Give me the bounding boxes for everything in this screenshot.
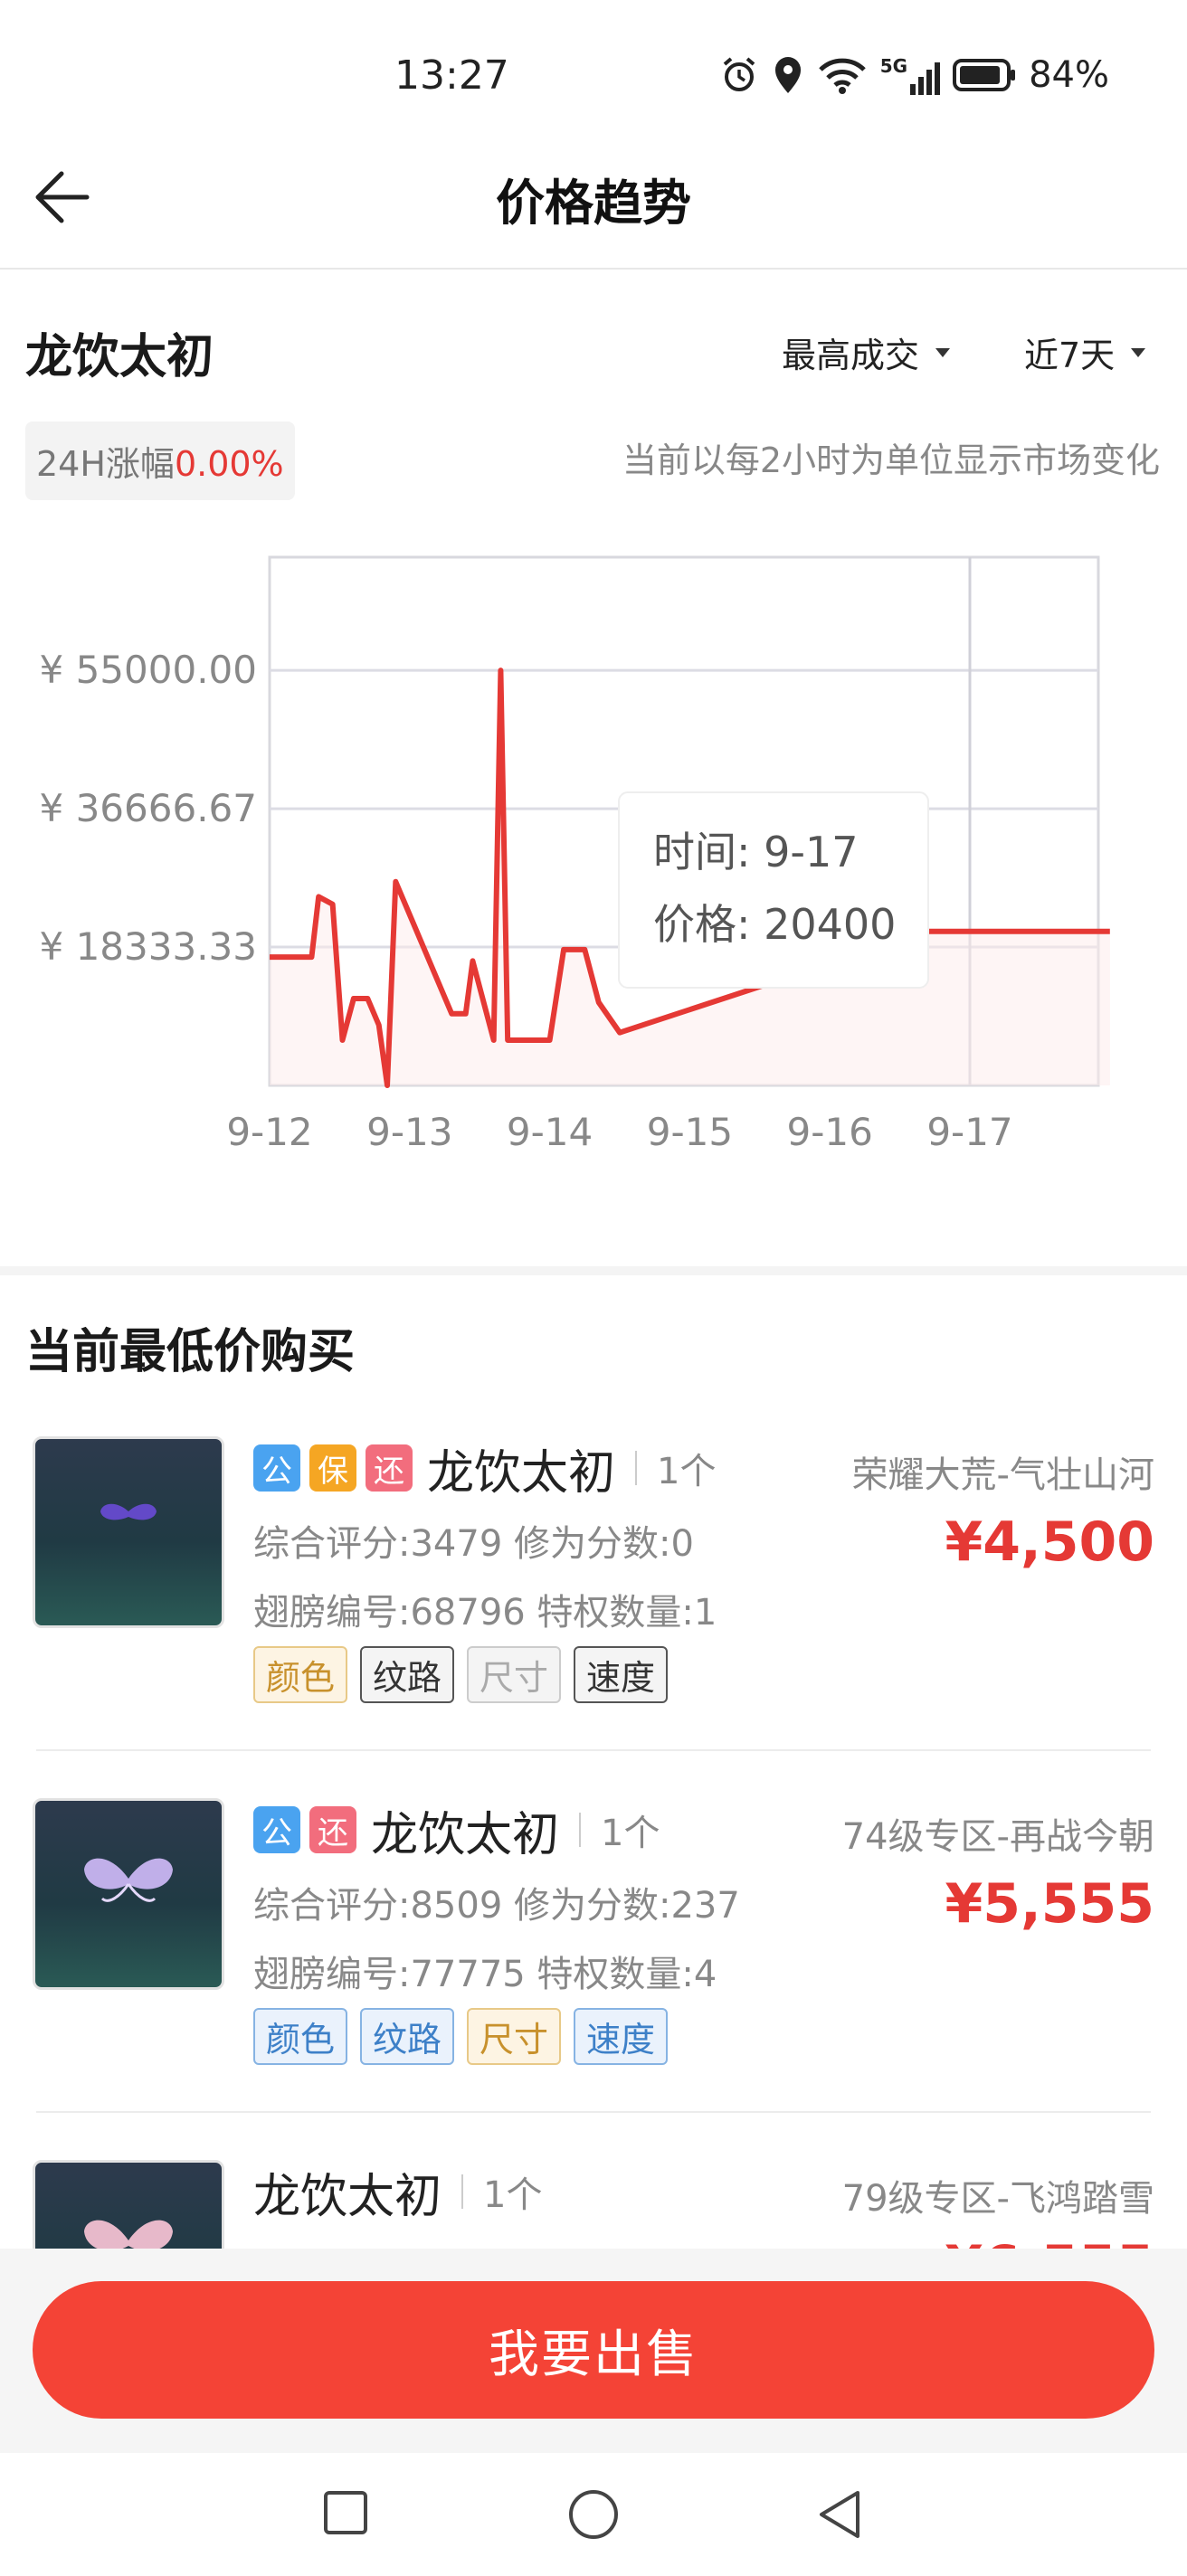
listing-title-row: 龙饮太初 1个 [253, 2160, 543, 2224]
status-time: 13:27 [394, 52, 509, 99]
y-tick-label: ¥ 55000.00 [40, 648, 257, 692]
listing-price: ¥4,500 [945, 1511, 1154, 1574]
back-nav-icon[interactable] [814, 2487, 865, 2542]
change-label: 24H涨幅 [36, 444, 175, 484]
listing-qty: 1个 [601, 1813, 660, 1854]
sell-button[interactable]: 我要出售 [33, 2281, 1154, 2419]
listing-name: 龙饮太初 [427, 1445, 616, 1501]
listing-qty: 1个 [657, 1451, 717, 1492]
listing-price: ¥6,555 [945, 2234, 1154, 2249]
divider [579, 1813, 582, 1847]
change-value: 0.00% [174, 444, 284, 484]
chip-pattern: 纹路 [360, 1646, 455, 1703]
section-divider [0, 1266, 1187, 1275]
listing-attribute-chips: 颜色 纹路 尺寸 速度 [253, 1646, 669, 1703]
chip-color: 颜色 [253, 2008, 348, 2065]
status-icons: 5G 84% [719, 54, 1109, 96]
listing-title-row: 公 还 龙饮太初 1个 [253, 1798, 660, 1862]
page-title: 价格趋势 [496, 175, 691, 232]
home-icon[interactable] [566, 2487, 621, 2542]
listing-score: 综合评分:8509 修为分数:237 [253, 1885, 740, 1927]
wing-image [100, 1503, 157, 1520]
list-divider [36, 1749, 1151, 1751]
listing-server: 74级专区-再战今朝 [841, 1816, 1154, 1858]
wing-image [84, 2220, 173, 2249]
tag-public: 公 [253, 1806, 300, 1853]
wing-image [84, 1858, 173, 1902]
header-divider [0, 268, 1187, 270]
range-dropdown-label: 近7天 [1024, 336, 1116, 375]
x-tick-label: 9-12 [226, 1110, 312, 1154]
listing-server: 79级专区-飞鸿踏雪 [841, 2178, 1154, 2220]
chip-color: 颜色 [253, 1646, 348, 1703]
listing-item[interactable]: 公 保 还 龙饮太初 1个 综合评分:3479 修为分数:0 翅膀编号:6879… [0, 1436, 1187, 1789]
signal-5g-icon: 5G [879, 55, 941, 95]
x-tick-label: 9-13 [366, 1110, 452, 1154]
divider [461, 2174, 464, 2209]
divider [635, 1451, 638, 1485]
metric-dropdown-label: 最高成交 [782, 336, 920, 375]
tooltip-price: 价格: 20400 [653, 900, 896, 949]
listing-item[interactable]: 龙饮太初 1个 综合评分:7333 修为分数:105 79级专区-飞鸿踏雪 ¥6… [0, 2160, 1187, 2249]
chip-pattern: 纹路 [360, 2008, 455, 2065]
listing-name: 龙饮太初 [371, 1807, 560, 1862]
tag-protected: 保 [309, 1444, 356, 1492]
y-tick-label: ¥ 18333.33 [40, 924, 257, 969]
chip-size: 尺寸 [467, 1646, 562, 1703]
listing-thumbnail [33, 2160, 224, 2249]
y-tick-label: ¥ 36666.67 [40, 786, 257, 830]
tag-return: 还 [309, 1806, 356, 1853]
list-title: 当前最低价购买 [25, 1325, 356, 1379]
tag-return: 还 [366, 1444, 413, 1492]
chip-speed: 速度 [574, 2008, 669, 2065]
battery-icon [953, 59, 1016, 91]
network-label: 5G [879, 55, 908, 77]
metric-dropdown[interactable]: 最高成交 [782, 327, 951, 377]
x-tick-label: 9-15 [647, 1110, 733, 1154]
wifi-icon [818, 58, 866, 94]
system-nav-bar [0, 2453, 1187, 2576]
recent-apps-icon[interactable] [322, 2489, 369, 2536]
listing-thumbnail [33, 1798, 224, 1990]
listing-price: ¥5,555 [945, 1872, 1154, 1936]
alarm-icon [723, 57, 755, 91]
x-tick-label: 9-14 [507, 1110, 593, 1154]
listing-wing-info: 翅膀编号:77775 特权数量:4 [253, 1954, 717, 1995]
listing-thumbnail [33, 1436, 224, 1628]
listing-title-row: 公 保 还 龙饮太初 1个 [253, 1436, 717, 1501]
location-icon [774, 57, 801, 93]
price-chart[interactable]: ¥ 55000.00 ¥ 36666.67 ¥ 18333.33 9-12 9-13 9-… [0, 525, 1187, 1212]
tooltip-time: 时间: 9-17 [653, 828, 859, 876]
listing-qty: 1个 [483, 2174, 543, 2216]
listing-item[interactable]: 公 还 龙饮太初 1个 综合评分:8509 修为分数:237 翅膀编号:7777… [0, 1798, 1187, 2151]
listing-attribute-chips: 颜色 纹路 尺寸 速度 [253, 2008, 669, 2065]
chart-tooltip: 时间: 9-17 价格: 20400 [618, 791, 929, 989]
item-name: 龙饮太初 [25, 330, 214, 384]
chip-speed: 速度 [574, 1646, 669, 1703]
tooltip-box [618, 791, 929, 989]
listing-wing-info: 翅膀编号:68796 特权数量:1 [253, 1592, 717, 1634]
x-tick-label: 9-17 [926, 1110, 1012, 1154]
listing-name: 龙饮太初 [253, 2169, 442, 2224]
x-tick-label: 9-16 [787, 1110, 873, 1154]
caret-down-icon [935, 347, 951, 357]
caret-down-icon [1131, 347, 1146, 357]
list-divider [36, 2111, 1151, 2113]
listing-score: 综合评分:3479 修为分数:0 [253, 1523, 694, 1565]
range-dropdown[interactable]: 近7天 [1024, 327, 1146, 377]
listing-server: 荣耀大荒-气壮山河 [851, 1454, 1154, 1496]
chip-size: 尺寸 [467, 2008, 562, 2065]
listing-score: 综合评分:7333 修为分数:105 [253, 2238, 740, 2249]
battery-percentage: 84% [1029, 54, 1109, 96]
chart-note: 当前以每2小时为单位显示市场变化 [622, 440, 1160, 480]
tag-public: 公 [253, 1444, 300, 1492]
change-24h-chip: 24H涨幅0.00% [25, 421, 295, 500]
